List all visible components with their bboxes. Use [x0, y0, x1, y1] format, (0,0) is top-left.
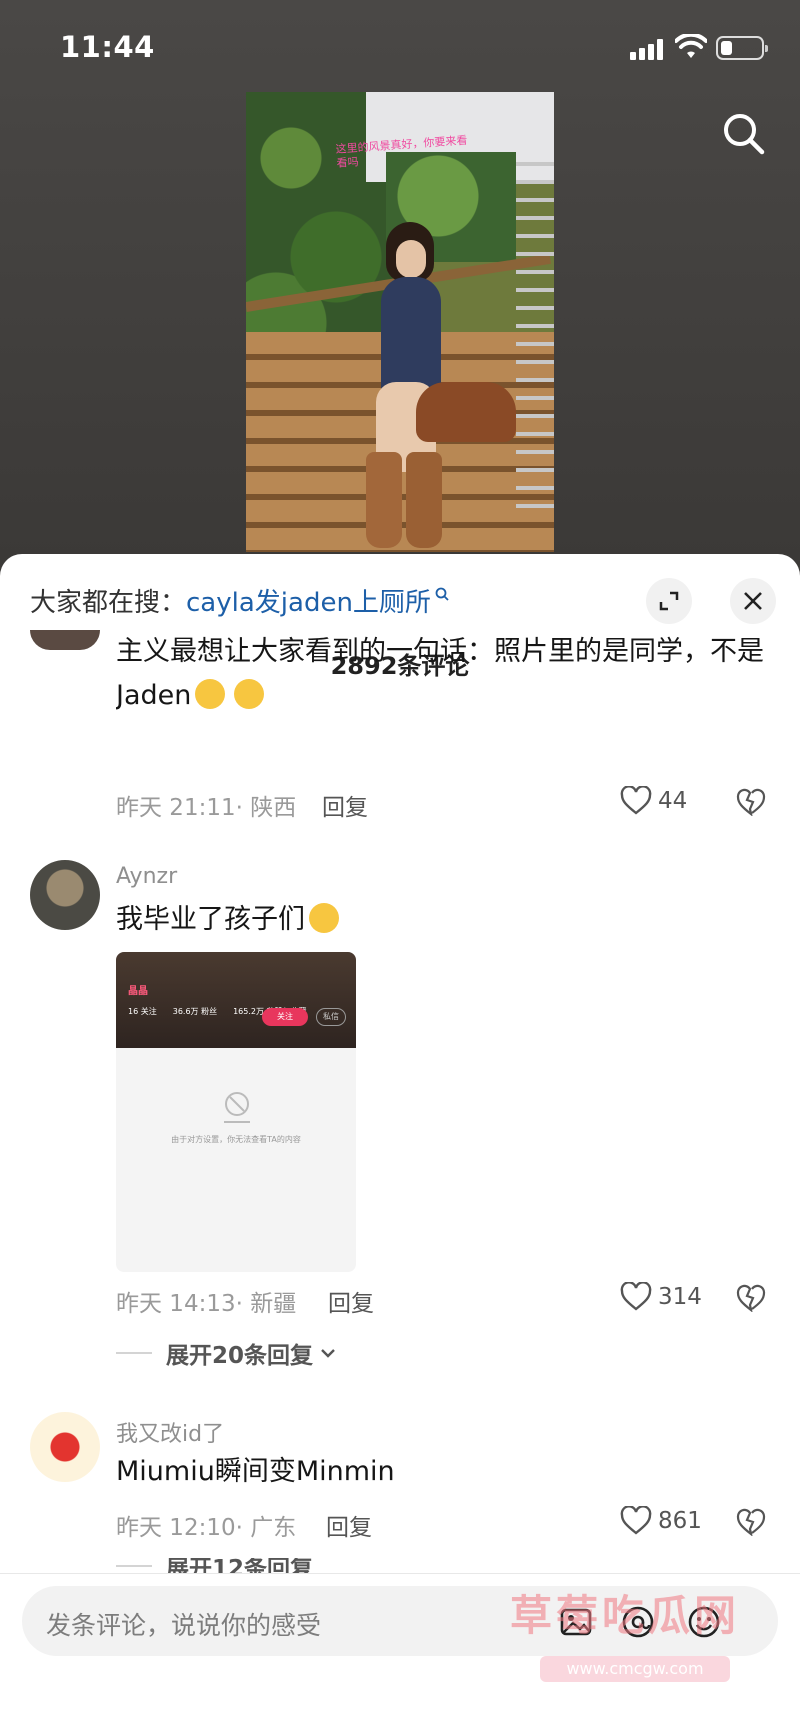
like-count: 314 [658, 1284, 702, 1310]
comment-location: · 新疆 [235, 1291, 297, 1317]
status-bar: 11:44 [0, 0, 800, 96]
avatar[interactable] [30, 630, 100, 650]
battery-icon [716, 36, 768, 60]
search-icon[interactable] [720, 110, 768, 158]
comment-meta: 昨天 21:11· 陕西 [116, 788, 296, 822]
close-button[interactable] [730, 578, 776, 624]
expand-replies-button[interactable]: 展开12条回复 [116, 1558, 313, 1574]
blocked-text: 由于对方设置，你无法查看TA的内容 [171, 1135, 301, 1144]
reply-button[interactable]: 回复 [322, 788, 368, 822]
hot-search-label: 大家都在搜： [30, 588, 187, 618]
broken-heart-icon[interactable] [736, 1508, 766, 1536]
like-button[interactable]: 44 [620, 786, 687, 816]
broken-heart-icon[interactable] [736, 788, 766, 816]
expand-replies-label: 展开20条回复 [166, 1343, 314, 1369]
close-icon [744, 592, 762, 610]
comment-input-placeholder: 发条评论，说说你的感受 [46, 1611, 322, 1640]
cellular-signal-icon [630, 38, 664, 60]
thumbs-up-emoji-icon [233, 679, 264, 709]
comment-username[interactable]: 我又改id了 [116, 1416, 224, 1448]
avatar[interactable] [30, 860, 100, 930]
chevron-down-icon [321, 1349, 335, 1358]
broken-heart-icon[interactable] [736, 1284, 766, 1312]
small-search-icon [435, 587, 449, 601]
heart-icon [620, 786, 652, 815]
expand-replies-label: 展开12条回复 [166, 1558, 314, 1574]
comment-text: 主义最想让大家看到的一句话：照片里的是同学，不是Jaden [116, 636, 764, 711]
comment-meta: 昨天 14:13· 新疆 [116, 1284, 296, 1318]
hot-search-bar[interactable]: 大家都在搜：cayla发jaden上厕所 [30, 582, 449, 619]
comment-location: · 广东 [235, 1515, 297, 1541]
reply-button[interactable]: 回复 [328, 1284, 374, 1318]
like-count: 44 [658, 788, 688, 814]
avatar[interactable] [30, 1412, 100, 1482]
profile-header: 晶晶 16 关注36.6万 粉丝165.2万 获赞与收藏 关注 私信 [116, 952, 356, 1048]
profile-follow-button: 关注 [262, 1008, 308, 1026]
status-time: 11:44 [60, 30, 155, 64]
comment-input-bar: 发条评论，说说你的感受 草莓吃瓜网 www.cmcgw.com [0, 1574, 800, 1731]
blocked-content-icon [224, 1092, 250, 1123]
comment-location: · 陕西 [235, 795, 297, 821]
profile-name: 晶晶 [128, 986, 148, 997]
like-button[interactable]: 314 [620, 1282, 702, 1312]
watermark-logo: 草莓吃瓜网 [510, 1591, 741, 1640]
comment-time: 昨天 21:11 [116, 795, 236, 821]
comment-text: 我毕业了孩子们 [116, 898, 776, 942]
watermark-url: www.cmcgw.com [540, 1656, 730, 1682]
expand-icon [659, 591, 679, 611]
wifi-icon [675, 34, 707, 58]
like-button[interactable]: 861 [620, 1506, 702, 1536]
expand-replies-button[interactable]: 展开20条回复 [116, 1336, 337, 1370]
comment-image[interactable]: 晶晶 16 关注36.6万 粉丝165.2万 获赞与收藏 关注 私信 由于对方设… [116, 952, 356, 1272]
expand-button[interactable] [646, 578, 692, 624]
like-count: 861 [658, 1508, 702, 1534]
profile-message-button: 私信 [316, 1008, 346, 1026]
thumbs-up-emoji-icon [195, 679, 226, 709]
hot-search-term[interactable]: cayla发jaden上厕所 [186, 588, 431, 618]
comment-meta: 昨天 12:10· 广东 [116, 1508, 296, 1542]
reply-button[interactable]: 回复 [326, 1508, 372, 1542]
heart-icon [620, 1282, 652, 1311]
post-photo[interactable]: 这里的风景真好，你要来看看吗 [246, 92, 554, 552]
comment-username[interactable]: Aynzr [116, 864, 177, 889]
heart-icon [620, 1506, 652, 1535]
comment-text: Miumiu瞬间变Minmin [116, 1456, 395, 1487]
comment-sheet: 大家都在搜：cayla发jaden上厕所 2892条评论 主义最想让大家看到的一… [0, 554, 800, 1731]
comment-time: 昨天 14:13 [116, 1291, 236, 1317]
comment-time: 昨天 12:10 [116, 1515, 236, 1541]
laughing-crying-emoji-icon [309, 903, 339, 933]
video-background: 11:44 这里的风景真好，你要来看看吗 [0, 0, 800, 560]
